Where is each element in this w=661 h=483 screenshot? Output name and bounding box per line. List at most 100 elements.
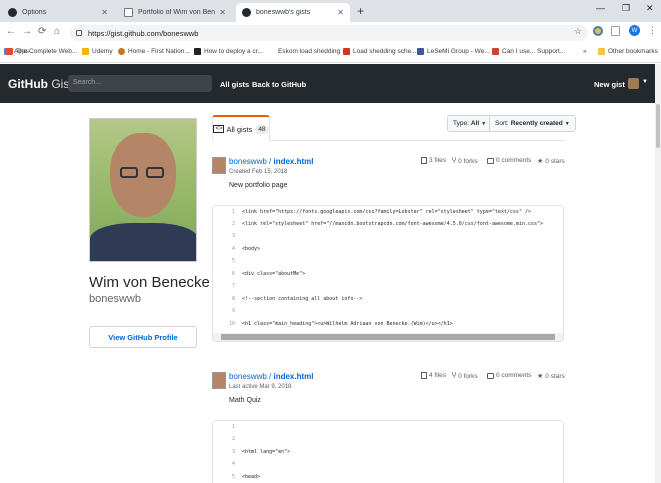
- bookmark-load-shedding[interactable]: Load shedding sche...: [343, 48, 417, 55]
- bookmark-eskom[interactable]: Eskom load shedding: [268, 48, 340, 55]
- close-icon[interactable]: ✕: [219, 8, 226, 17]
- bookmark-complete-web[interactable]: The Complete Web...: [6, 48, 77, 55]
- gist-code-preview[interactable]: 1 <link href="https://fonts.googleapis.co…: [212, 205, 564, 342]
- gist-file-link[interactable]: index.html: [273, 157, 313, 166]
- browser-toolbar: ← → ⟳ ⌂ https://gist.github.com/boneswwb: [0, 22, 661, 43]
- browser-tab-portfolio[interactable]: Portfolio of Wim von Benecke ✕: [118, 3, 232, 22]
- code-line: 9: [213, 308, 563, 318]
- bookmark-lesemi[interactable]: LeSeMi Group - We...: [417, 48, 490, 55]
- new-gist-link[interactable]: New gist: [594, 80, 625, 89]
- sort-label: Sort:: [495, 120, 509, 127]
- extension-icon[interactable]: [611, 26, 620, 36]
- url-text: https://gist.github.com/boneswwb: [88, 28, 199, 38]
- lock-icon: [76, 30, 82, 36]
- bookmark-caniuse[interactable]: Can I use... Support...: [492, 48, 565, 55]
- gist-owner-link[interactable]: boneswwb: [229, 157, 267, 166]
- extension-icon[interactable]: [593, 26, 603, 36]
- caret-down-icon: ▼: [481, 120, 487, 127]
- line-text: <h1 class="main_heading"><u>Wilhelm Adri…: [242, 321, 453, 327]
- bookmark-udemy[interactable]: Udemy: [82, 48, 113, 55]
- gist-title[interactable]: boneswwb / index.html: [229, 157, 314, 166]
- reload-icon[interactable]: ⟳: [38, 26, 46, 37]
- code-line: 2: [213, 436, 563, 446]
- code-line: 10 <h1 class="main_heading"><u>Wilhelm A…: [213, 321, 563, 331]
- bookmark-other[interactable]: Other bookmarks: [598, 48, 658, 55]
- code-line: 6 <div class="aboutMe">: [213, 271, 563, 281]
- gist-stars-link[interactable]: ★ 0 stars: [537, 372, 565, 381]
- bookmark-star-icon[interactable]: ☆: [574, 26, 582, 37]
- line-number: 4: [231, 246, 235, 252]
- gist-comments-link[interactable]: 0 comments: [487, 372, 531, 379]
- code-line: 8 <!--section containing all about info-…: [213, 296, 563, 306]
- close-icon[interactable]: ✕: [337, 8, 344, 17]
- forward-icon[interactable]: →: [22, 26, 32, 37]
- bookmark-label: Udemy: [92, 48, 113, 55]
- search-input[interactable]: Search...: [68, 75, 212, 92]
- line-text: <div class="aboutMe">: [242, 271, 306, 277]
- back-icon[interactable]: ←: [6, 26, 16, 37]
- minimize-icon[interactable]: —: [596, 3, 605, 13]
- close-icon[interactable]: ✕: [101, 8, 108, 17]
- sort-dropdown[interactable]: Sort: Recently created ▼: [489, 115, 576, 132]
- github-icon: [242, 8, 251, 17]
- file-icon: [421, 157, 427, 164]
- gist-owner-avatar[interactable]: [212, 372, 226, 389]
- line-number: 1: [231, 209, 235, 215]
- gist-comments-link[interactable]: 0 comments: [487, 157, 531, 164]
- bookmark-deploy[interactable]: How to deploy a cr...: [194, 48, 263, 55]
- bookmark-favicon: [343, 48, 350, 55]
- bookmarks-bar: Apps The Complete Web... Udemy Home - Fi…: [0, 43, 661, 63]
- fork-icon: Ⴤ: [452, 158, 457, 165]
- browser-tab-options[interactable]: Options ✕: [2, 3, 114, 22]
- profile-avatar[interactable]: W: [629, 25, 640, 36]
- gist-date: Last active Mar 9, 2018: [229, 384, 292, 390]
- menu-icon[interactable]: ⋮: [648, 25, 657, 36]
- photo-glasses: [120, 167, 138, 178]
- profile-photo: [89, 118, 197, 262]
- bookmarks-more[interactable]: »: [583, 48, 587, 55]
- gist-files-link[interactable]: 3 files: [421, 157, 446, 164]
- code-line: 1: [213, 424, 563, 434]
- gist-owner-avatar[interactable]: [212, 157, 226, 174]
- gist-description: Math Quiz: [229, 397, 261, 404]
- gist-header: GitHub Gist Search... All gists Back to …: [0, 64, 655, 103]
- bookmark-first-nation[interactable]: Home - First Nation...: [118, 48, 190, 55]
- all-gists-link[interactable]: All gists: [220, 80, 249, 89]
- scrollbar-thumb[interactable]: [221, 334, 555, 340]
- code-line: 5: [213, 258, 563, 268]
- caret-down-icon[interactable]: ▼: [642, 79, 648, 85]
- new-tab-button[interactable]: +: [357, 4, 364, 18]
- view-github-profile-button[interactable]: View GitHub Profile: [89, 326, 197, 348]
- gist-files-link[interactable]: 4 files: [421, 372, 446, 379]
- bookmark-label: Other bookmarks: [608, 48, 658, 55]
- line-number: 10: [228, 321, 235, 327]
- tab-divider: [270, 140, 564, 141]
- line-number: 1: [231, 424, 235, 430]
- gist-code-preview[interactable]: 1 2 3 <html lang="en"> 4 5 <head>: [212, 420, 564, 483]
- file-icon: [421, 372, 427, 379]
- type-filter-dropdown[interactable]: Type: All ▼: [447, 115, 493, 132]
- line-number: 3: [231, 233, 235, 239]
- gist-forks-link[interactable]: Ⴤ0 forks: [452, 157, 478, 166]
- line-number: 7: [231, 283, 235, 289]
- home-icon[interactable]: ⌂: [54, 26, 60, 37]
- gist-owner-link[interactable]: boneswwb: [229, 372, 267, 381]
- stars-count: 0 stars: [545, 157, 565, 165]
- tab-all-gists[interactable]: <> All gists 48: [212, 115, 270, 141]
- gist-forks-link[interactable]: Ⴤ0 forks: [452, 372, 478, 381]
- gist-file-link[interactable]: index.html: [273, 372, 313, 381]
- gist-title[interactable]: boneswwb / index.html: [229, 372, 314, 381]
- restore-icon[interactable]: ❐: [622, 3, 630, 14]
- gist-stars-link[interactable]: ★ 0 stars: [537, 157, 565, 166]
- user-avatar[interactable]: [628, 78, 639, 89]
- browser-tab-gists[interactable]: boneswwb's gists ✕: [236, 3, 350, 22]
- bookmark-label: How to deploy a cr...: [204, 48, 263, 55]
- code-line: 1 <link href="https://fonts.googleapis.co…: [213, 209, 563, 219]
- code-line: 4 <body>: [213, 246, 563, 256]
- address-bar[interactable]: https://gist.github.com/boneswwb: [70, 25, 588, 41]
- back-to-github-link[interactable]: Back to GitHub: [252, 80, 306, 89]
- scrollbar-thumb[interactable]: [656, 104, 660, 148]
- window-close-icon[interactable]: ✕: [646, 3, 654, 14]
- github-gist-logo[interactable]: GitHub Gist: [8, 77, 73, 91]
- bookmark-favicon: [6, 48, 13, 55]
